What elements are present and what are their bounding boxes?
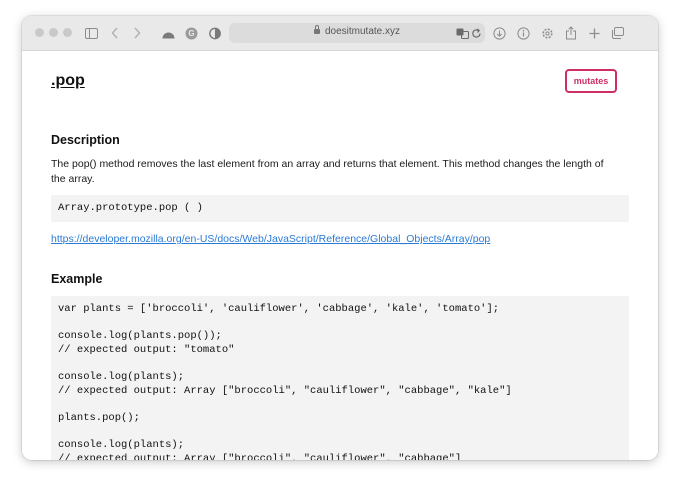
method-signature: Array.prototype.pop ( ) [51,195,629,222]
forward-icon[interactable] [128,24,146,42]
download-icon[interactable] [490,24,508,42]
close-window-button[interactable] [35,28,44,37]
share-icon[interactable] [562,24,580,42]
address-text: doesitmutate.xyz [229,25,485,37]
browser-toolbar: G doesitmutate.xyz [22,16,658,51]
settings-icon[interactable] [538,24,556,42]
extension-icon[interactable] [159,24,177,42]
mdn-reference-link[interactable]: https://developer.mozilla.org/en-US/docs… [51,233,490,245]
example-heading: Example [51,272,103,286]
mutates-badge: mutates [565,69,617,93]
address-bar[interactable]: doesitmutate.xyz [229,23,485,43]
description-heading: Description [51,133,120,147]
page-content: .pop mutates Description The pop() metho… [22,51,658,460]
reload-icon[interactable] [467,24,485,42]
zoom-window-button[interactable] [63,28,72,37]
minimize-window-button[interactable] [49,28,58,37]
info-icon[interactable] [514,24,532,42]
page-title: .pop [51,72,85,89]
sidebar-icon[interactable] [82,24,100,42]
svg-text:G: G [188,29,194,38]
tab-overview-icon[interactable] [608,24,626,42]
grammarly-icon[interactable]: G [182,24,200,42]
description-text: The pop() method removes the last elemen… [51,158,604,185]
browser-window: G doesitmutate.xyz .pop mutates Descript… [22,16,658,460]
example-code-block: var plants = ['broccoli', 'cauliflower',… [51,296,629,460]
url-label: doesitmutate.xyz [324,26,401,37]
back-icon[interactable] [106,24,124,42]
lock-icon [313,25,320,34]
shield-icon[interactable] [206,24,224,42]
new-tab-icon[interactable] [585,24,603,42]
